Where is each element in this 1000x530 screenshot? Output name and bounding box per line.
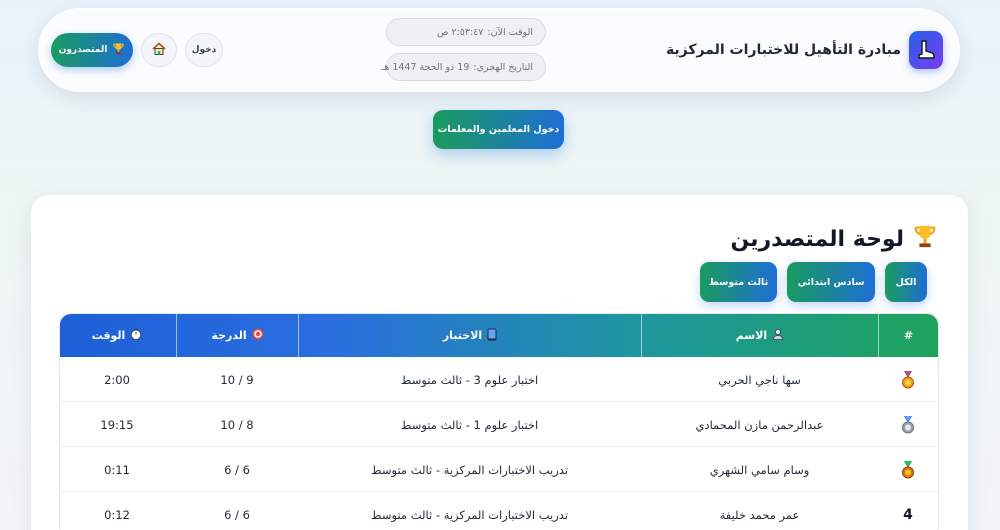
gold-medal-icon bbox=[878, 357, 938, 402]
table-row[interactable]: وسام سامي الشهري تدريب الاختبارات المركز… bbox=[60, 447, 938, 492]
col-rank: # bbox=[878, 314, 938, 357]
exam-name: اختبار علوم 1 - ثالث متوسط bbox=[400, 417, 539, 432]
login-button[interactable]: دخول bbox=[185, 33, 223, 67]
col-time: الوقت bbox=[60, 314, 176, 357]
student-name: سها ناجي الحربي bbox=[718, 372, 801, 387]
person-icon bbox=[772, 328, 784, 343]
teachers-login-button[interactable]: دخول المعلمين والمعلمات bbox=[433, 110, 564, 149]
date-value: 19 ذو الحجة 1447 هـ bbox=[381, 61, 470, 73]
table-row[interactable]: عبدالرحمن مازن المحمادي اختبار علوم 1 - … bbox=[60, 402, 938, 447]
target-icon bbox=[252, 328, 264, 343]
time-value: ٢:٥٣:٤٧ ص bbox=[436, 26, 484, 38]
exam-name: تدريب الاختبارات المركزية - ثالث متوسط bbox=[370, 507, 569, 522]
date-label: التاريخ الهجري: bbox=[473, 61, 533, 73]
score: 6 / 6 bbox=[224, 462, 250, 477]
filter-grade-9[interactable]: ثالث متوسط bbox=[700, 262, 777, 302]
score: 8 / 10 bbox=[220, 417, 254, 432]
board-title: لوحة المتصدرين bbox=[730, 226, 904, 252]
duration: 0:12 bbox=[104, 507, 130, 522]
brand-title: مبادرة التأهيل للاختبارات المركزية bbox=[665, 42, 901, 58]
student-name: عبدالرحمن مازن المحمادي bbox=[695, 417, 824, 432]
filter-all[interactable]: الكل bbox=[885, 262, 927, 302]
leaderboard-button[interactable]: المتصدرون bbox=[51, 33, 133, 67]
login-label: دخول bbox=[191, 45, 217, 55]
table-row[interactable]: 4 عمر محمد خليفة تدريب الاختبارات المركز… bbox=[60, 492, 938, 530]
time-label: الوقت الآن: bbox=[487, 26, 533, 38]
col-score: الدرجة bbox=[176, 314, 298, 357]
duration: 0:11 bbox=[104, 462, 130, 477]
col-exam-label: الاختبار bbox=[442, 329, 483, 342]
leaderboard-card: لوحة المتصدرين الكل سادس ابتدائي ثالث مت… bbox=[31, 195, 968, 530]
exam-name: تدريب الاختبارات المركزية - ثالث متوسط bbox=[370, 462, 569, 477]
filter-grade-6[interactable]: سادس ابتدائي bbox=[787, 262, 875, 302]
student-name: وسام سامي الشهري bbox=[709, 462, 810, 477]
col-exam: الاختبار bbox=[298, 314, 641, 357]
trophy-icon bbox=[912, 223, 938, 255]
current-time: الوقت الآن: ٢:٥٣:٤٧ ص bbox=[386, 18, 546, 46]
home-icon bbox=[151, 41, 167, 60]
student-name: عمر محمد خليفة bbox=[719, 507, 800, 522]
top-header: مبادرة التأهيل للاختبارات المركزية الوقت… bbox=[38, 8, 960, 92]
duration: 2:00 bbox=[104, 372, 130, 387]
boot-logo-icon bbox=[909, 31, 943, 69]
brand[interactable]: مبادرة التأهيل للاختبارات المركزية bbox=[666, 29, 943, 71]
table-row[interactable]: سها ناجي الحربي اختبار علوم 3 - ثالث متو… bbox=[60, 357, 938, 402]
col-rank-label: # bbox=[903, 329, 914, 342]
score: 9 / 10 bbox=[220, 372, 254, 387]
exam-name: اختبار علوم 3 - ثالث متوسط bbox=[400, 372, 539, 387]
rank-number: 4 bbox=[903, 506, 913, 523]
col-score-label: الدرجة bbox=[211, 329, 247, 342]
leaderboard-label: المتصدرون bbox=[58, 45, 108, 55]
score: 6 / 6 bbox=[224, 507, 250, 522]
trophy-icon bbox=[112, 42, 125, 58]
col-name-label: الاسم bbox=[735, 329, 768, 342]
page-title: لوحة المتصدرين bbox=[730, 223, 938, 255]
silver-medal-icon bbox=[878, 402, 938, 447]
duration: 19:15 bbox=[100, 417, 134, 432]
stopwatch-icon bbox=[130, 328, 142, 343]
bronze-medal-icon bbox=[878, 447, 938, 492]
table-header: # الاسم الاختبار الدرجة الوقت bbox=[60, 314, 938, 357]
leaderboard-table: # الاسم الاختبار الدرجة الوقت سها ناجي ا… bbox=[59, 313, 939, 530]
col-name: الاسم bbox=[641, 314, 878, 357]
hijri-date: التاريخ الهجري: 19 ذو الحجة 1447 هـ bbox=[382, 53, 546, 81]
home-button[interactable] bbox=[141, 33, 177, 67]
col-time-label: الوقت bbox=[91, 329, 126, 342]
tablet-icon bbox=[487, 328, 497, 344]
